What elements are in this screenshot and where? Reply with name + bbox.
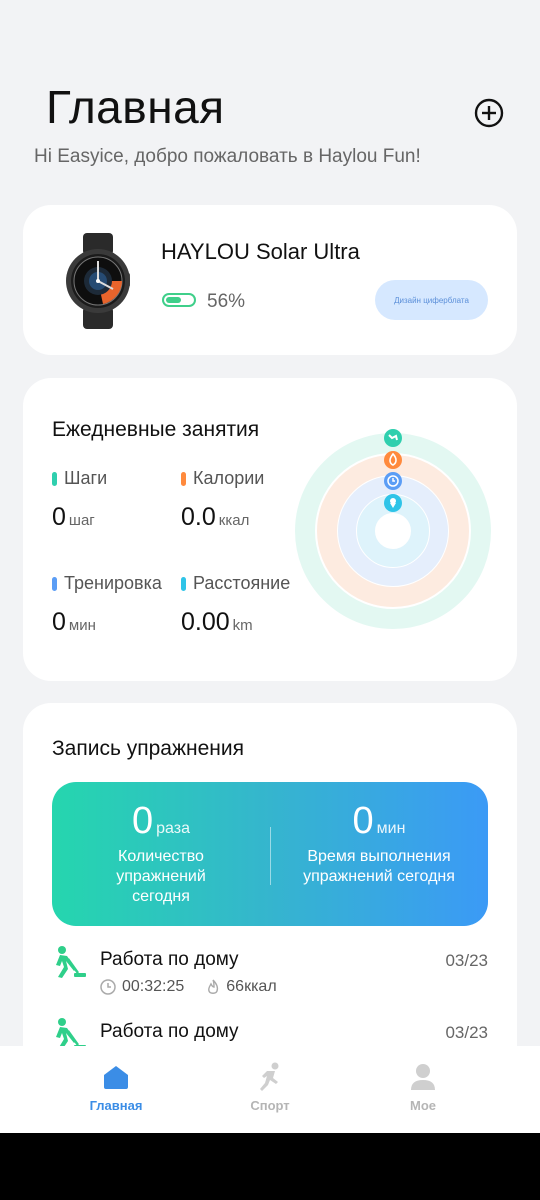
tab-sport[interactable]: Спорт	[210, 1062, 330, 1113]
record-meta: 00:32:25 66ккал	[100, 978, 277, 996]
person-icon	[411, 1064, 435, 1090]
workout-ring-icon	[384, 472, 402, 490]
workout-value: 0	[52, 608, 66, 636]
watch-image	[66, 233, 130, 329]
exercise-time-value: 0	[352, 800, 374, 842]
tab-me-label: Мое	[410, 1098, 436, 1113]
steps-unit: шаг	[68, 512, 95, 529]
calories-unit: ккал	[218, 512, 250, 529]
record-date: 03/23	[445, 1023, 488, 1042]
add-icon[interactable]	[473, 97, 505, 129]
workout-dot	[52, 576, 57, 591]
exercise-record-item[interactable]: Работа по дому 03/23 00:32:25 66ккал	[52, 945, 488, 1005]
exercise-record-card[interactable]: Запись упражнения 0 раза Количество упраж…	[23, 703, 517, 1103]
exercise-count-label: Количество упражнений сегодня	[116, 848, 206, 905]
record-calories: 66ккал	[226, 978, 277, 995]
housework-icon	[56, 946, 86, 978]
battery-level: 56%	[207, 291, 246, 312]
tab-home[interactable]: Главная	[56, 1062, 176, 1113]
distance-label: Расстояние	[193, 573, 291, 593]
workout-label: Тренировка	[64, 573, 162, 593]
distance-value: 0.00	[181, 608, 230, 636]
record-date: 03/23	[445, 951, 488, 970]
steps-dot	[52, 471, 57, 486]
tab-me[interactable]: Мое	[363, 1062, 483, 1113]
page-title: Главная	[46, 81, 225, 133]
battery-icon	[162, 293, 196, 307]
device-name: HAYLOU Solar Ultra	[161, 239, 360, 264]
exercise-summary-banner[interactable]: 0 раза Количество упражнений сегодня 0 мин…	[52, 782, 488, 926]
daily-activity-card[interactable]: Ежедневные занятия Шаги 0 шаг Калории 0.0…	[23, 378, 517, 681]
steps-value: 0	[52, 503, 66, 531]
home-icon	[104, 1066, 128, 1089]
clock-icon	[100, 979, 116, 995]
device-card[interactable]: HAYLOU Solar Ultra 56% Дизайн циферблата	[23, 205, 517, 355]
calories-ring-icon	[384, 451, 402, 469]
exercise-record-title: Запись упражнения	[52, 737, 244, 760]
exercise-time-unit: мин	[376, 820, 406, 837]
exercise-count-unit: раза	[156, 820, 190, 837]
bottom-tab-bar: Главная Спорт Мое	[0, 1046, 540, 1133]
calories-stat: Калории 0.0 ккал	[181, 468, 264, 532]
record-duration: 00:32:25	[122, 978, 185, 995]
watch-face-design-button[interactable]: Дизайн циферблата	[375, 280, 488, 320]
daily-activity-title: Ежедневные занятия	[52, 418, 260, 441]
activity-rings[interactable]	[293, 423, 493, 633]
tab-home-label: Главная	[89, 1098, 143, 1113]
steps-label: Шаги	[64, 468, 108, 488]
greeting-text: Hi Easyice, добро пожаловать в Haylou Fu…	[34, 146, 421, 167]
workout-unit: мин	[68, 617, 96, 634]
distance-stat: Расстояние 0.00 km	[181, 573, 290, 637]
workout-stat: Тренировка 0 мин	[52, 573, 162, 637]
steps-stat: Шаги 0 шаг	[52, 468, 107, 532]
calories-label: Калории	[193, 468, 265, 488]
exercise-time: 0 мин Время выполнения упражнений сегодня	[270, 800, 488, 887]
distance-unit: km	[232, 617, 253, 634]
exercise-count-value: 0	[132, 800, 154, 842]
record-name: Работа по дому	[100, 1021, 239, 1042]
calories-value: 0.0	[181, 503, 216, 531]
steps-ring-icon	[384, 429, 402, 447]
flame-icon	[208, 979, 219, 994]
distance-dot	[181, 576, 186, 591]
calories-dot	[181, 471, 186, 486]
exercise-time-label: Время выполнения упражнений сегодня	[303, 848, 455, 885]
distance-ring-icon	[384, 494, 402, 512]
system-navigation-bar	[0, 1133, 540, 1200]
record-name: Работа по дому	[100, 949, 239, 970]
running-icon	[260, 1062, 279, 1091]
exercise-count: 0 раза Количество упражнений сегодня	[52, 800, 270, 907]
tab-sport-label: Спорт	[250, 1098, 290, 1113]
